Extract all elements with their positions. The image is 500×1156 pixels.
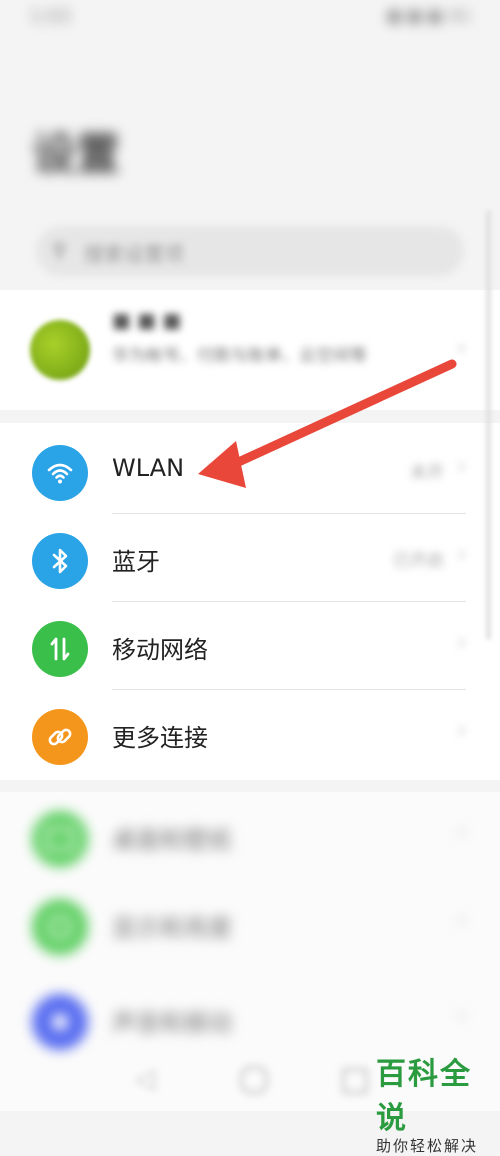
watermark-logo: 百科全说 助你轻松解决 [376,1049,500,1156]
back-icon[interactable]: ◁ [135,1064,155,1094]
home-icon[interactable] [240,1066,268,1094]
watermark-title: 百科全说 [376,1057,472,1136]
watermark-subtitle: 助你轻松解决 [376,1137,479,1155]
red-arrow-annotation [198,359,457,488]
recent-apps-icon[interactable] [342,1068,368,1094]
